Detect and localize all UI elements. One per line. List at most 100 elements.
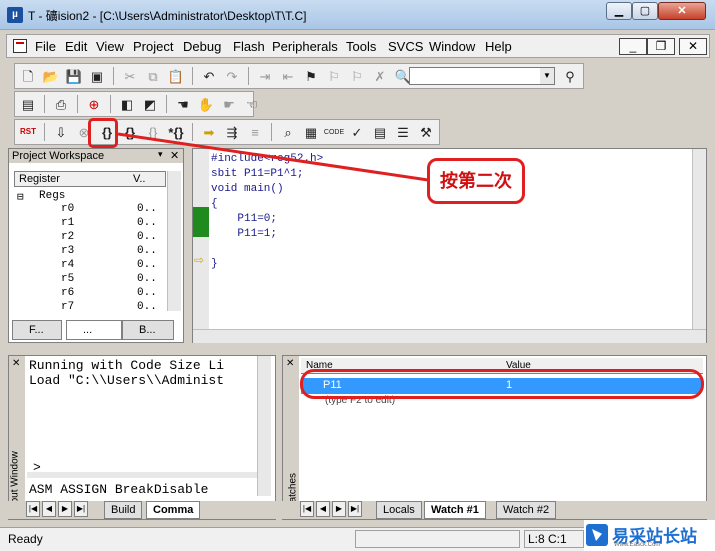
next-tab-icon[interactable]: ▶ — [332, 501, 346, 517]
status-text: Ready — [8, 532, 43, 546]
tree-root-regs[interactable]: Regs — [39, 190, 65, 202]
last-tab-icon[interactable]: ▶| — [348, 501, 362, 517]
menu-peripherals[interactable]: Peripherals — [272, 39, 338, 54]
trace-records-icon[interactable]: ≡ — [246, 123, 264, 141]
memory-icon[interactable]: ▤ — [371, 123, 389, 141]
chevron-down-icon[interactable]: ▼ — [540, 68, 554, 84]
code-line: } — [211, 258, 218, 270]
close-button[interactable]: ✕ — [658, 2, 706, 20]
editor-gutter[interactable]: ⇨ — [193, 149, 209, 329]
hand-stop-icon[interactable]: ✋ — [197, 95, 215, 113]
app-icon: µ — [7, 7, 23, 23]
unindent-icon[interactable]: ⇤ — [279, 67, 297, 85]
performance-icon[interactable]: ✓ — [348, 123, 366, 141]
find-combo[interactable]: ▼ — [409, 67, 555, 85]
tab-locals[interactable]: Locals — [376, 501, 422, 519]
mdi-close-button[interactable]: ✕ — [679, 38, 707, 55]
editor-vertical-scrollbar[interactable] — [692, 149, 706, 329]
menu-svcs[interactable]: SVCS — [388, 39, 423, 54]
run-to-cursor-icon[interactable]: *{} — [167, 123, 185, 141]
hand-grid-icon[interactable]: ☜ — [243, 95, 261, 113]
tab-watch-2[interactable]: Watch #2 — [496, 501, 557, 519]
mdi-restore-button[interactable]: ❐ — [647, 38, 675, 55]
code-line: void main() — [211, 183, 284, 195]
logic-analyzer-icon[interactable]: ☰ — [394, 123, 412, 141]
print-icon[interactable]: ⎙ — [52, 95, 70, 113]
next-bookmark-icon[interactable]: ⚐ — [348, 67, 366, 85]
prev-tab-icon[interactable]: ◀ — [316, 501, 330, 517]
tab-files[interactable]: F... — [12, 320, 62, 340]
menu-help[interactable]: Help — [485, 39, 512, 54]
hammer-icon[interactable]: ⚒ — [417, 123, 435, 141]
menu-edit[interactable]: Edit — [65, 39, 87, 54]
cut-icon[interactable]: ✂ — [121, 67, 139, 85]
document-icon[interactable] — [13, 39, 27, 53]
indent-icon[interactable]: ⇥ — [256, 67, 274, 85]
prev-tab-icon[interactable]: ◀ — [42, 501, 56, 517]
value-column-header[interactable]: V.. — [133, 173, 145, 185]
new-file-icon[interactable]: 🗋 — [19, 67, 37, 85]
menu-tools[interactable]: Tools — [346, 39, 376, 54]
tree-toggle-icon[interactable]: ⊟ — [17, 190, 24, 204]
separator — [166, 95, 167, 113]
tab-navigation: |◀ ◀ ▶ ▶| — [26, 501, 88, 517]
menu-project[interactable]: Project — [133, 39, 173, 54]
close-icon[interactable]: ✕ — [12, 358, 20, 369]
save-all-icon[interactable]: ▣ — [88, 67, 106, 85]
editor-horizontal-scrollbar[interactable] — [193, 329, 706, 343]
step-over-icon[interactable]: {} — [121, 123, 139, 141]
open-folder-icon[interactable]: 📂 — [42, 67, 60, 85]
binoculars-icon[interactable]: ⚲ — [561, 67, 579, 85]
tab-registers[interactable]: ... — [66, 320, 122, 340]
disassembly-icon[interactable]: ⌕ — [279, 123, 297, 141]
reset-icon[interactable]: RST — [19, 123, 37, 141]
register-column-header[interactable]: Register — [19, 173, 60, 185]
redo-icon[interactable]: ↷ — [223, 67, 241, 85]
menu-flash[interactable]: Flash — [233, 39, 265, 54]
window-title: T - 礦ision2 - [C:\Users\Administrator\De… — [28, 9, 307, 23]
undo-icon[interactable]: ↶ — [200, 67, 218, 85]
clear-bookmarks-icon[interactable]: ✗ — [371, 67, 389, 85]
prev-bookmark-icon[interactable]: ⚐ — [325, 67, 343, 85]
bookmark-icon[interactable]: ⚑ — [302, 67, 320, 85]
menu-file[interactable]: File — [35, 39, 56, 54]
tab-command[interactable]: Comma — [146, 501, 201, 519]
hand-clear-icon[interactable]: ☛ — [220, 95, 238, 113]
tab-build[interactable]: Build — [104, 501, 143, 519]
workspace-icon[interactable]: ◧ — [118, 95, 136, 113]
step-out-icon[interactable]: {} — [144, 123, 162, 141]
output-icon[interactable]: ◩ — [141, 95, 159, 113]
menu-view[interactable]: View — [96, 39, 124, 54]
trace-icon[interactable]: ⇶ — [223, 123, 241, 141]
output-hscrollbar[interactable] — [27, 472, 257, 478]
close-icon[interactable]: ✕ — [286, 358, 294, 369]
watch-window-icon[interactable]: ▦ — [302, 123, 320, 141]
maximize-button[interactable]: ▢ — [632, 2, 658, 20]
last-tab-icon[interactable]: ▶| — [74, 501, 88, 517]
workspace-scrollbar[interactable] — [167, 171, 181, 311]
run-icon[interactable]: ⇩ — [52, 123, 70, 141]
first-tab-icon[interactable]: |◀ — [300, 501, 314, 517]
menu-debug[interactable]: Debug — [183, 39, 221, 54]
properties-icon[interactable]: ▤ — [19, 95, 37, 113]
code-coverage-icon[interactable]: CODE — [324, 123, 344, 141]
next-tab-icon[interactable]: ▶ — [58, 501, 72, 517]
output-scrollbar[interactable] — [257, 356, 271, 496]
first-tab-icon[interactable]: |◀ — [26, 501, 40, 517]
menu-window[interactable]: Window — [429, 39, 475, 54]
zoom-icon[interactable]: ⊕ — [85, 95, 103, 113]
mdi-minimize-button[interactable]: _ — [619, 38, 647, 55]
copy-icon[interactable]: ⧉ — [144, 67, 162, 85]
tab-watch-1[interactable]: Watch #1 — [424, 501, 486, 519]
close-icon[interactable]: ✕ — [170, 149, 179, 162]
show-next-statement-icon[interactable]: ➡ — [200, 123, 218, 141]
command-input[interactable]: ASM ASSIGN BreakDisable — [29, 482, 208, 497]
hand-icon[interactable]: ☚ — [174, 95, 192, 113]
pin-icon[interactable]: ▾ — [158, 149, 163, 160]
code-line: P11=0; — [211, 213, 278, 225]
minimize-button[interactable]: ▁ — [606, 2, 632, 20]
save-icon[interactable]: 💾 — [65, 67, 83, 85]
paste-icon[interactable]: 📋 — [167, 67, 185, 85]
highlight-step-button — [88, 118, 118, 148]
tab-books[interactable]: B... — [122, 320, 174, 340]
